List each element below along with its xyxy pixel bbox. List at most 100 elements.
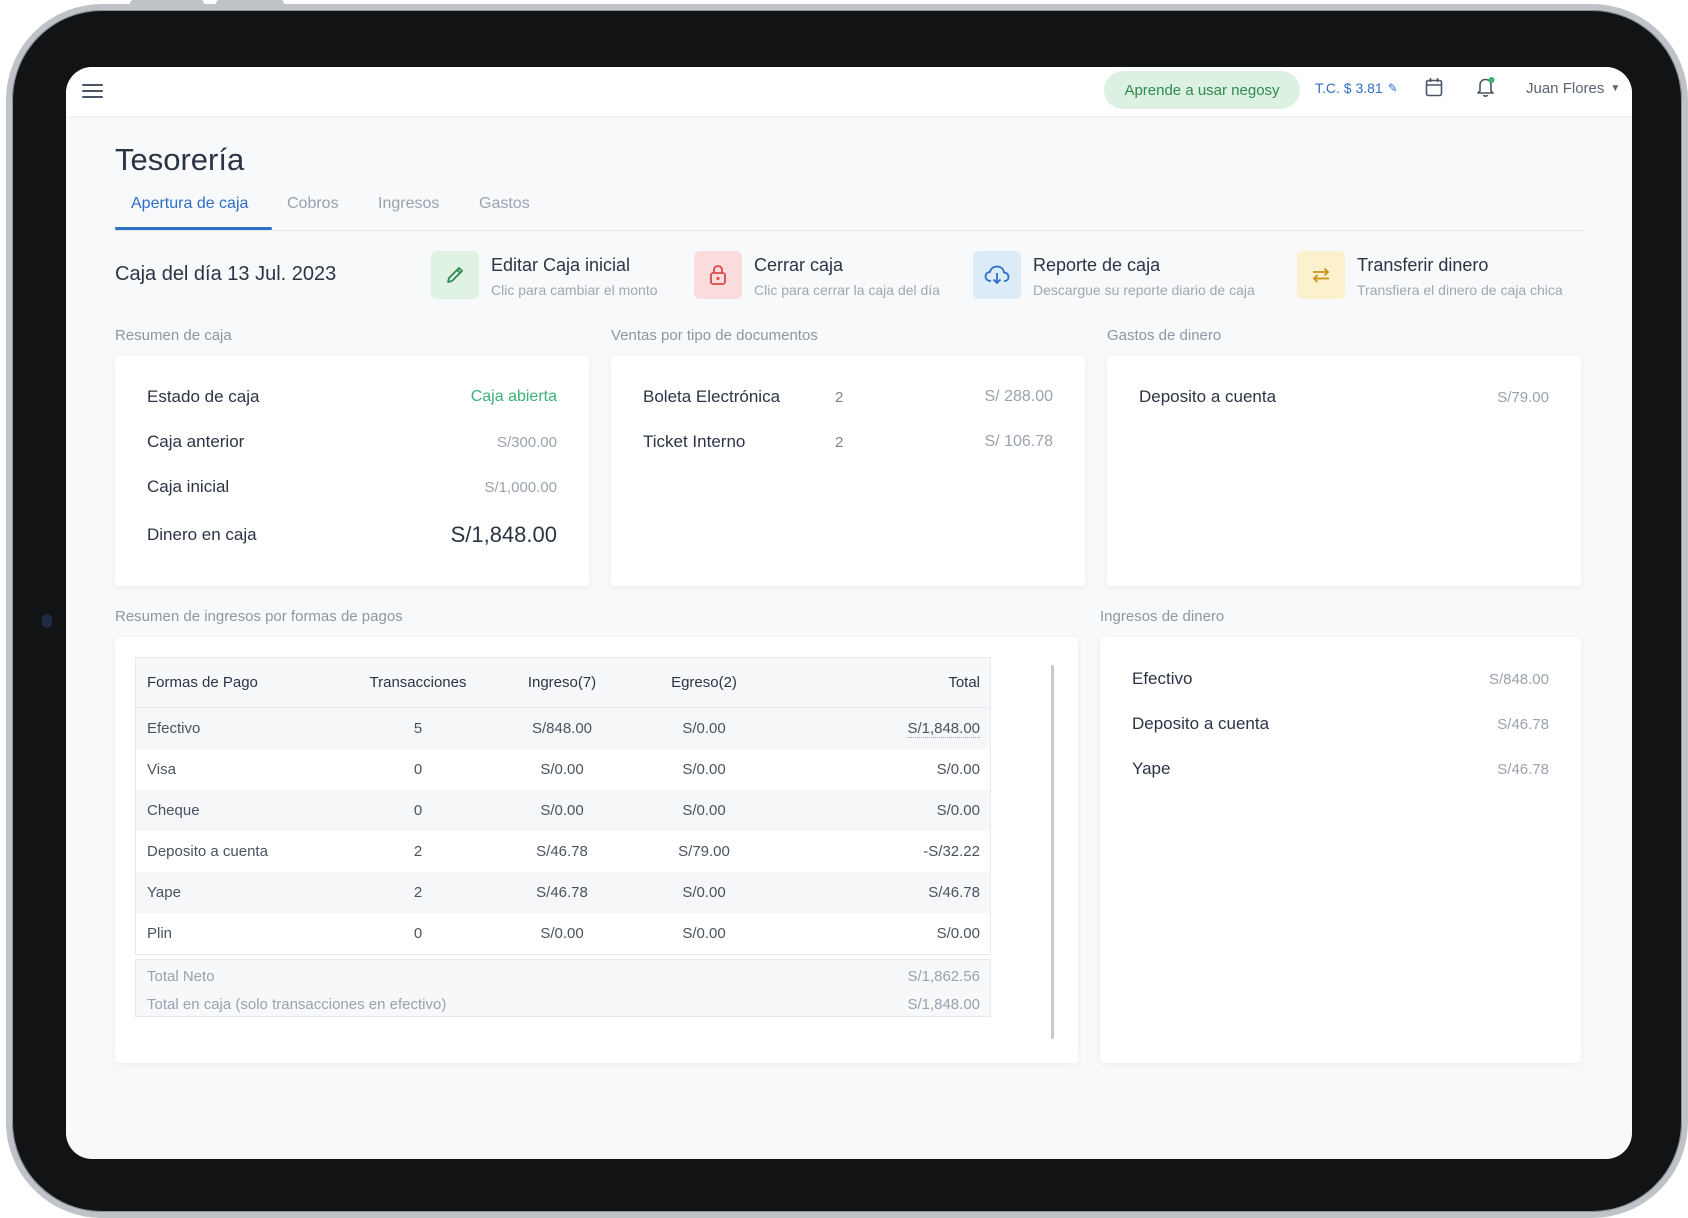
table-row: Visa 0 S/0.00 S/0.00 S/0.00 — [136, 749, 990, 790]
table-cell-text: 2 — [413, 843, 423, 860]
table-row: Plin 0 S/0.00 S/0.00 S/0.00 — [136, 913, 990, 954]
resumen-key: Caja inicial — [147, 477, 230, 496]
ingresos-dinero-card: Efectivo S/848.00 Deposito a cuenta S/46… — [1100, 637, 1581, 1063]
table-footer: Total Neto S/1,862.56 Total en caja (sol… — [135, 959, 991, 1017]
active-tab-indicator — [115, 227, 272, 230]
close-cash-action[interactable]: Cerrar caja Clic para cerrar la caja del… — [694, 251, 940, 299]
table-cell-total[interactable]: S/1,848.00 — [907, 720, 980, 738]
front-camera — [42, 614, 52, 628]
tab-ingresos[interactable]: Ingresos — [378, 195, 439, 213]
column-header: Total — [948, 674, 980, 691]
page-title: Tesorería — [115, 142, 245, 177]
table-row: Deposito a cuenta 2 S/46.78 S/79.00 -S/3… — [136, 831, 990, 872]
table-cell-text: 5 — [413, 720, 423, 737]
table-header: Formas de Pago Transacciones Ingreso(7) … — [136, 658, 990, 708]
gasto-value: S/79.00 — [1497, 388, 1549, 406]
ventas-documentos-label: Ventas por tipo de documentos — [611, 327, 818, 344]
resumen-key: Caja anterior — [147, 432, 245, 451]
resumen-caja-card: Estado de caja Caja abierta Caja anterio… — [115, 356, 589, 586]
cash-report-action[interactable]: Reporte de caja Descargue su reporte dia… — [973, 251, 1255, 299]
table-cell: Visa — [147, 761, 176, 778]
edit-pencil-icon[interactable]: ✎ — [1388, 81, 1398, 95]
table-cell-text: S/0.00 — [682, 884, 726, 901]
column-header: Formas de Pago — [147, 674, 258, 691]
payments-summary-card: Formas de Pago Transacciones Ingreso(7) … — [115, 637, 1078, 1063]
table-cell-text: S/46.78 — [536, 884, 588, 901]
table-cell: Efectivo — [147, 720, 201, 737]
tab-cobros[interactable]: Cobros — [287, 195, 339, 213]
ingreso-key: Deposito a cuenta — [1132, 714, 1270, 733]
tabs: Apertura de caja Cobros Ingresos Gastos — [115, 187, 1584, 231]
table-cell-total: S/0.00 — [936, 925, 980, 942]
resumen-key: Dinero en caja — [147, 525, 257, 544]
resumen-key: Estado de caja — [147, 387, 260, 406]
document-row: Boleta Electrónica 2 S/ 288.00 — [643, 387, 1053, 411]
transfer-icon — [1297, 251, 1345, 299]
gastos-dinero-card: Deposito a cuenta S/79.00 — [1107, 356, 1581, 586]
exchange-rate[interactable]: T.C. $ 3.81 ✎ — [1315, 80, 1398, 96]
table-row: Cheque 0 S/0.00 S/0.00 S/0.00 — [136, 790, 990, 831]
table-cell-text: S/0.00 — [540, 761, 584, 778]
ingreso-value: S/848.00 — [1488, 670, 1549, 688]
cloud-download-icon — [973, 251, 1021, 299]
action-subtitle: Clic para cerrar la caja del día — [754, 282, 940, 298]
table-cell-text: S/0.00 — [540, 802, 584, 819]
resumen-ingresos-label: Resumen de ingresos por formas de pagos — [115, 608, 403, 625]
ingreso-value: S/46.78 — [1497, 760, 1549, 778]
action-title: Cerrar caja — [754, 255, 844, 275]
table-scrollbar[interactable] — [1051, 665, 1054, 1039]
total-neto-value: S/1,862.56 — [907, 968, 980, 985]
table-row: Yape 2 S/46.78 S/0.00 S/46.78 — [136, 872, 990, 913]
caret-down-icon: ▼ — [1610, 83, 1621, 94]
resumen-value: S/300.00 — [496, 433, 557, 451]
total-neto-label: Total Neto — [147, 968, 215, 985]
ingreso-key: Yape — [1132, 759, 1171, 778]
gasto-key: Deposito a cuenta — [1139, 387, 1277, 406]
table-cell: Cheque — [147, 802, 200, 819]
transfer-money-action[interactable]: Transferir dinero Transfiera el dinero d… — [1297, 251, 1563, 299]
action-title: Reporte de caja — [1033, 255, 1161, 275]
ingreso-row: Yape S/46.78 — [1132, 759, 1549, 779]
table-cell-text: 2 — [413, 884, 423, 901]
menu-icon[interactable] — [82, 81, 103, 99]
user-menu[interactable]: Juan Flores ▼ — [1526, 80, 1620, 97]
document-count: 2 — [835, 434, 844, 451]
tab-apertura-de-caja[interactable]: Apertura de caja — [131, 195, 248, 213]
dinero-en-caja-value: S/1,848.00 — [450, 522, 557, 547]
ingreso-row: Efectivo S/848.00 — [1132, 669, 1549, 689]
column-header-text: Transacciones — [369, 674, 467, 691]
resumen-row: Caja inicial S/1,000.00 — [147, 477, 557, 497]
edit-initial-cash-action[interactable]: Editar Caja inicial Clic para cambiar el… — [431, 251, 658, 299]
learn-button[interactable]: Aprende a usar negosy — [1104, 71, 1300, 109]
payments-table: Formas de Pago Transacciones Ingreso(7) … — [135, 657, 991, 955]
calendar-icon[interactable] — [1425, 77, 1443, 97]
resumen-row: Caja anterior S/300.00 — [147, 432, 557, 452]
total-caja-value: S/1,848.00 — [907, 996, 980, 1013]
action-subtitle: Transfiera el dinero de caja chica — [1357, 282, 1563, 298]
ingreso-row: Deposito a cuenta S/46.78 — [1132, 714, 1549, 734]
document-count: 2 — [835, 389, 844, 406]
exchange-rate-value: T.C. $ 3.81 — [1315, 80, 1383, 96]
table-cell: Yape — [147, 884, 181, 901]
action-subtitle: Descargue su reporte diario de caja — [1033, 282, 1255, 298]
ingreso-value: S/46.78 — [1497, 715, 1549, 733]
table-cell-text: S/0.00 — [682, 925, 726, 942]
resumen-row: Dinero en caja S/1,848.00 — [147, 522, 557, 548]
column-header-text: Egreso(2) — [671, 674, 737, 691]
ingresos-dinero-label: Ingresos de dinero — [1100, 608, 1225, 625]
table-cell-text: S/0.00 — [682, 802, 726, 819]
table-cell: Deposito a cuenta — [147, 843, 268, 860]
tab-gastos[interactable]: Gastos — [479, 195, 530, 213]
gasto-row: Deposito a cuenta S/79.00 — [1139, 387, 1549, 407]
table-body: Efectivo 5 S/848.00 S/0.00 S/1,848.00 Vi… — [136, 708, 990, 954]
table-cell-text: 0 — [413, 802, 423, 819]
resumen-row: Estado de caja Caja abierta — [147, 387, 557, 407]
top-bar: Aprende a usar negosy T.C. $ 3.81 ✎ Juan… — [66, 67, 1632, 117]
resumen-caja-label: Resumen de caja — [115, 327, 232, 344]
total-caja-label: Total en caja (solo transacciones en efe… — [147, 996, 447, 1013]
action-title: Transferir dinero — [1357, 255, 1489, 275]
ventas-documentos-card: Boleta Electrónica 2 S/ 288.00 Ticket In… — [611, 356, 1085, 586]
bell-icon[interactable] — [1476, 76, 1496, 98]
action-subtitle: Clic para cambiar el monto — [491, 282, 658, 298]
app-screen: Aprende a usar negosy T.C. $ 3.81 ✎ Juan… — [66, 67, 1632, 1159]
